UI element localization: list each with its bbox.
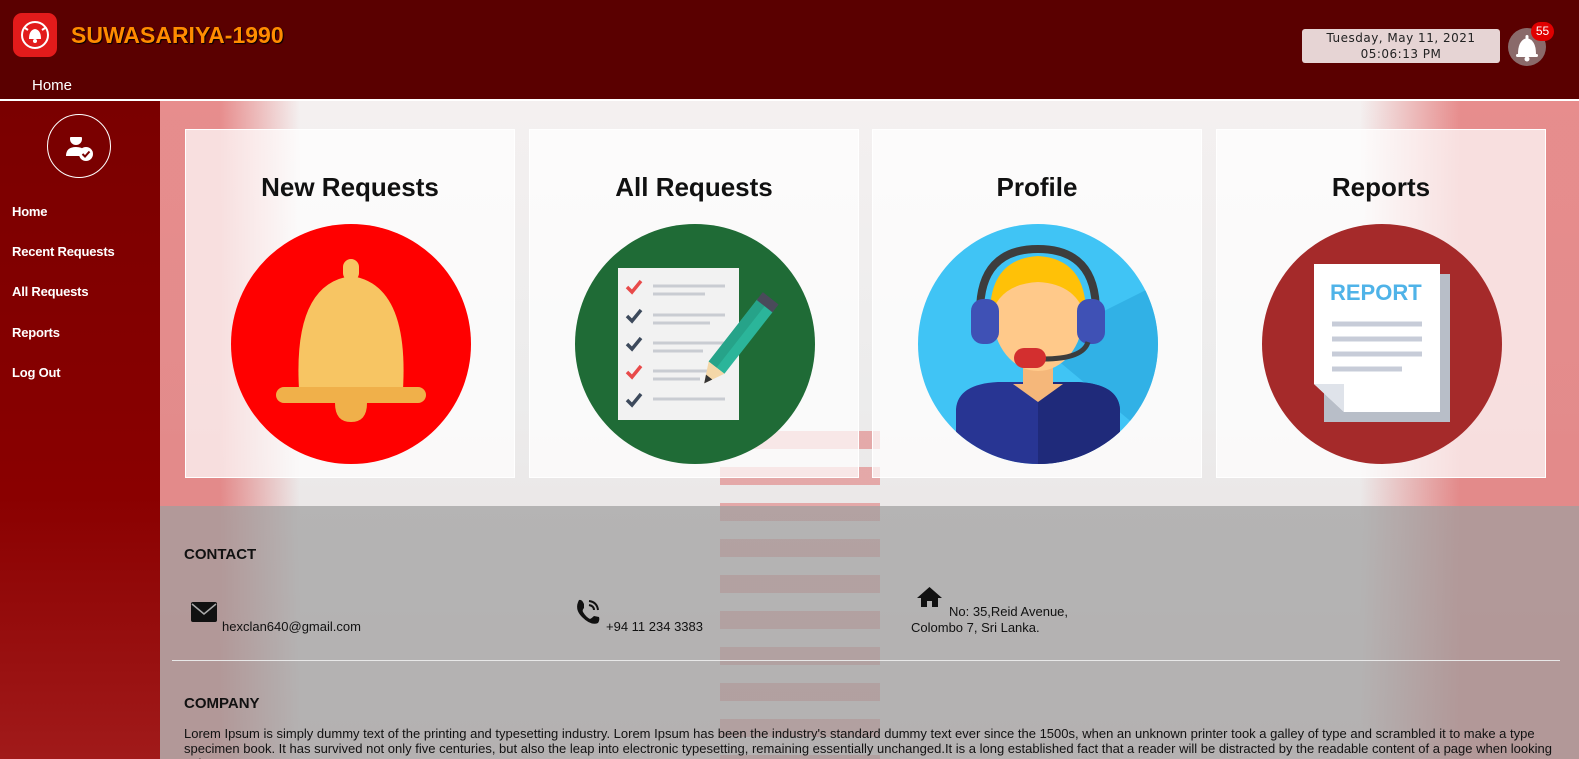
contact-phone[interactable]: +94 11 234 3383: [606, 619, 703, 634]
company-heading: COMPANY: [184, 695, 260, 712]
report-document-icon: REPORT: [1262, 224, 1502, 464]
card-profile[interactable]: Profile: [872, 129, 1202, 478]
address-line-1: No: 35,Reid Avenue,: [949, 604, 1069, 619]
phone-icon: [577, 599, 600, 624]
card-reports[interactable]: Reports REPORT: [1216, 129, 1546, 478]
notification-count-badge: 55: [1531, 22, 1554, 41]
card-title: All Requests: [615, 172, 773, 202]
datetime-display: Tuesday, May 11, 2021 05:06:13 PM: [1302, 29, 1500, 63]
envelope-icon: [191, 602, 217, 622]
bell-icon: [231, 224, 471, 464]
nav-home-link[interactable]: Home: [32, 77, 72, 94]
card-title: New Requests: [261, 172, 439, 202]
headset-agent-icon: [918, 224, 1158, 464]
brand-title: SUWASARIYA-1990: [71, 22, 284, 48]
card-all-requests[interactable]: All Requests: [529, 129, 859, 478]
user-check-icon: [66, 133, 93, 161]
sidebar-item-reports[interactable]: Reports: [12, 325, 60, 340]
sidebar-item-logout[interactable]: Log Out: [12, 365, 61, 380]
top-header: SUWASARIYA-1990 Home Tuesday, May 11, 20…: [0, 0, 1579, 101]
sidebar-item-recent-requests[interactable]: Recent Requests: [12, 244, 115, 259]
contact-email[interactable]: hexclan640@gmail.com: [222, 619, 361, 634]
home-icon: [917, 587, 942, 607]
footer: CONTACT hexclan640@gmail.com +94 11 234 …: [160, 506, 1579, 759]
alarm-bell-logo-icon: [21, 21, 49, 49]
footer-divider: [172, 660, 1560, 661]
user-avatar[interactable]: [47, 114, 111, 178]
date-text: Tuesday, May 11, 2021: [1326, 31, 1476, 45]
sidebar: Home Recent Requests All Requests Report…: [0, 101, 160, 759]
checklist-icon: [575, 224, 815, 464]
card-title: Reports: [1331, 172, 1431, 202]
card-new-requests[interactable]: New Requests: [185, 129, 515, 478]
time-text: 05:06:13 PM: [1360, 47, 1442, 61]
sidebar-item-all-requests[interactable]: All Requests: [12, 284, 89, 299]
card-title: Profile: [996, 172, 1078, 202]
report-badge-text: REPORT: [1330, 280, 1422, 305]
company-description: Lorem Ipsum is simply dummy text of the …: [184, 726, 1552, 759]
sidebar-item-home[interactable]: Home: [12, 204, 48, 219]
address-line-2: Colombo 7, Sri Lanka.: [911, 620, 1040, 635]
app-logo[interactable]: [13, 13, 57, 57]
contact-heading: CONTACT: [184, 546, 257, 563]
